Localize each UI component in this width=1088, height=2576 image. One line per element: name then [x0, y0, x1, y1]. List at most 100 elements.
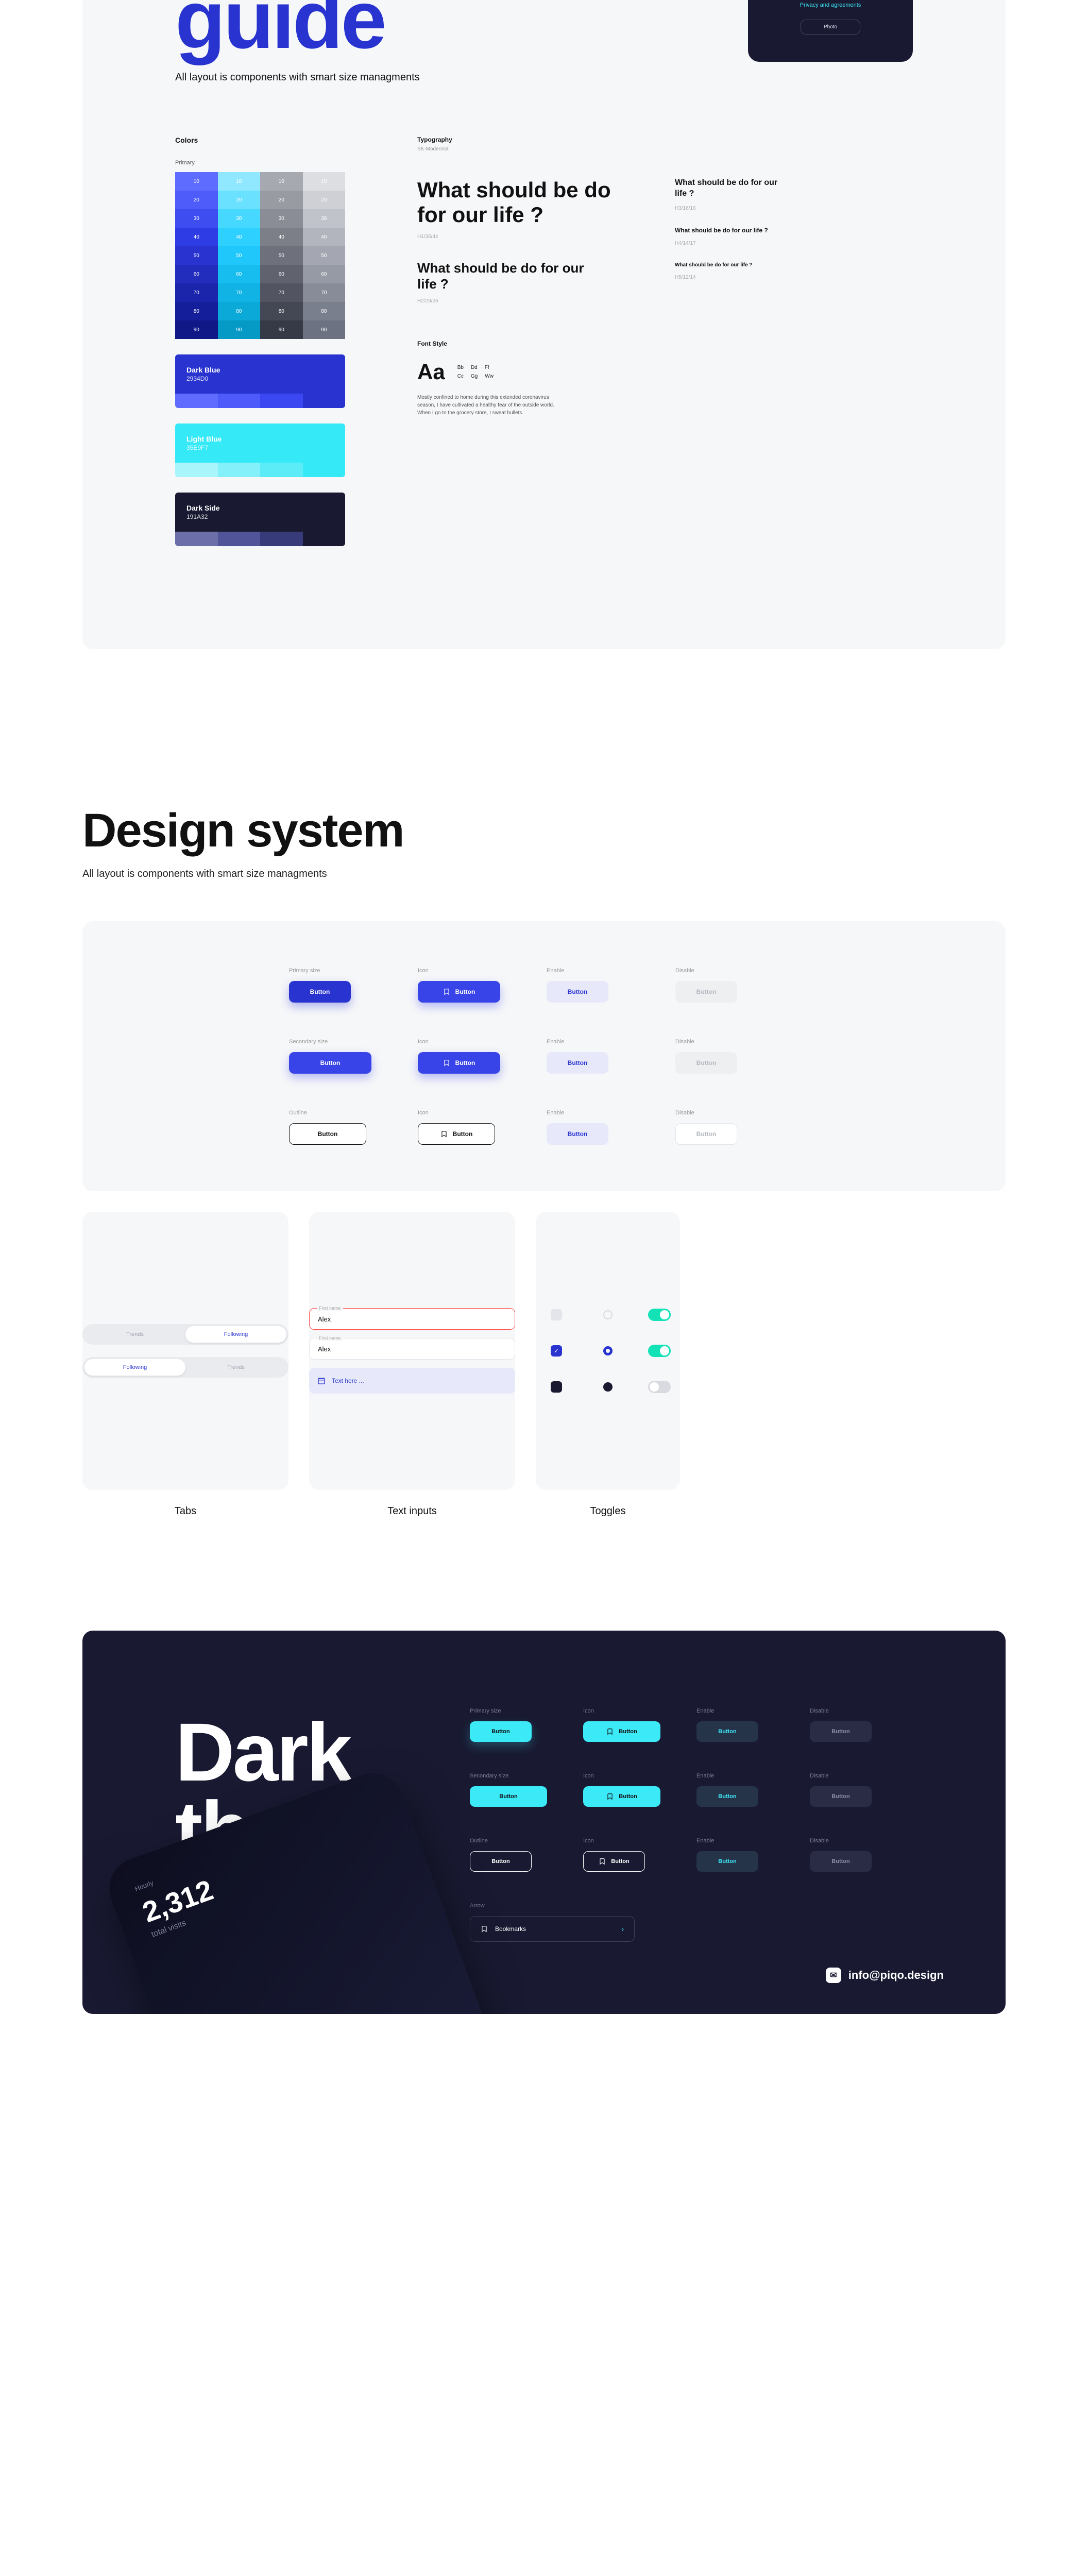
enable-button[interactable]: Button — [547, 1052, 608, 1074]
label-enable: Enable — [547, 1110, 670, 1116]
calendar-icon — [317, 1377, 326, 1385]
text-input[interactable]: First name — [309, 1338, 515, 1360]
radio-dark[interactable] — [603, 1382, 613, 1392]
dark-icon-outline-button[interactable]: Button — [583, 1851, 645, 1872]
aa-specimen: Aa — [417, 360, 445, 384]
palette-swatch: 70 — [260, 283, 303, 302]
color-card-hex: 2934D0 — [186, 375, 334, 382]
label-disable: Disable — [675, 1039, 799, 1045]
icon-button[interactable]: Button — [418, 1052, 500, 1074]
toggle-on[interactable] — [648, 1309, 671, 1321]
label-enable: Enable — [696, 1708, 800, 1714]
dark-enable-button[interactable]: Button — [696, 1786, 758, 1807]
color-card-hex: 191A32 — [186, 513, 334, 520]
outline-button[interactable]: Button — [289, 1123, 366, 1145]
secondary-button[interactable]: Button — [289, 1052, 371, 1074]
h2-meta: H2/29/26 — [417, 298, 623, 304]
h5-sample: What should be do for our life ? — [675, 262, 768, 268]
tab-trends[interactable]: Trends — [185, 1359, 286, 1376]
first-name-input[interactable] — [318, 1315, 506, 1323]
mockup-link[interactable]: Privacy and agreements — [800, 2, 861, 8]
checkbox-dark[interactable] — [551, 1381, 562, 1393]
palette-swatch: 40 — [175, 228, 218, 246]
color-card: Dark Side191A32 — [175, 493, 345, 546]
tab-following[interactable]: Following — [185, 1326, 286, 1343]
palette-swatch: 60 — [175, 265, 218, 283]
dark-secondary-button[interactable]: Button — [470, 1786, 547, 1807]
dark-enable-button[interactable]: Button — [696, 1851, 758, 1872]
enable-button[interactable]: Button — [547, 981, 608, 1003]
dark-disable-button: Button — [810, 1721, 872, 1742]
label-disable: Disable — [810, 1708, 913, 1714]
palette-swatch: 80 — [175, 302, 218, 320]
label-arrow: Arrow — [470, 1903, 686, 1909]
tab-trends[interactable]: Trends — [84, 1326, 185, 1343]
color-card-shades — [175, 394, 345, 408]
icon-outline-button[interactable]: Button — [418, 1123, 495, 1145]
palette-grid: 1010101020202020303030304040404050505050… — [175, 172, 345, 339]
field-label: First name — [317, 1335, 343, 1341]
text-input-error[interactable]: First name — [309, 1308, 515, 1330]
label-outline: Outline — [470, 1838, 573, 1844]
h3-sample: What should be do for our life ? — [675, 178, 788, 199]
label-icon: Icon — [418, 1039, 541, 1045]
buttons-card: Primary size Button Icon Button Enable B… — [82, 921, 1006, 1191]
palette-swatch: 40 — [260, 228, 303, 246]
label-primary-size: Primary size — [289, 968, 413, 974]
mockup-cta-button[interactable]: Photo — [801, 20, 860, 35]
palette-swatch: 80 — [303, 302, 346, 320]
h5-meta: H5/12/14 — [675, 275, 788, 280]
label-icon: Icon — [418, 968, 541, 974]
color-card: Dark Blue2934D0 — [175, 354, 345, 408]
toggle-off[interactable] — [648, 1381, 671, 1393]
dark-enable-button[interactable]: Button — [696, 1721, 758, 1742]
disable-button: Button — [675, 981, 737, 1003]
bookmarks-row[interactable]: Bookmarks › — [470, 1916, 635, 1942]
tab-following[interactable]: Following — [84, 1359, 185, 1376]
palette-swatch: 70 — [175, 283, 218, 302]
palette-swatch: 10 — [260, 172, 303, 191]
dark-disable-button: Button — [810, 1786, 872, 1807]
dark-icon-button[interactable]: Button — [583, 1721, 660, 1742]
palette-swatch: 30 — [175, 209, 218, 228]
mail-icon: ✉ — [826, 1968, 841, 1983]
text-placeholder-field[interactable]: Text here ... — [309, 1368, 515, 1394]
toggles-caption: Toggles — [536, 1505, 680, 1517]
dark-outline-button[interactable]: Button — [470, 1851, 532, 1872]
h1-sample: What should be do for our life ? — [417, 178, 623, 228]
field-label: First name — [317, 1306, 343, 1311]
contact-email[interactable]: ✉ info@piqo.design — [826, 1968, 944, 1983]
char-pairs: Bb Dd Ff Cc Gg Ww — [457, 365, 494, 379]
label-disable: Disable — [675, 1110, 799, 1116]
bookmark-icon — [440, 1130, 448, 1138]
disable-button: Button — [675, 1123, 737, 1145]
toggle-on[interactable] — [648, 1345, 671, 1357]
palette-swatch: 90 — [303, 320, 346, 339]
bookmark-icon — [599, 1858, 606, 1865]
page-subtitle: All layout is components with smart size… — [175, 70, 433, 84]
label-icon: Icon — [583, 1838, 686, 1844]
label-secondary-size: Secondary size — [289, 1039, 413, 1045]
colors-heading: Colors — [175, 136, 345, 144]
palette-swatch: 50 — [303, 246, 346, 265]
color-card-hex: 35E9F7 — [186, 444, 334, 451]
h2-sample: What should be do for our life ? — [417, 260, 598, 292]
palette-swatch: 60 — [303, 265, 346, 283]
palette-swatch: 50 — [218, 246, 261, 265]
palette-swatch: 20 — [175, 191, 218, 209]
icon-button[interactable]: Button — [418, 981, 500, 1003]
enable-button[interactable]: Button — [547, 1123, 608, 1145]
dark-icon-button[interactable]: Button — [583, 1786, 660, 1807]
radio-off[interactable] — [603, 1310, 613, 1319]
primary-button[interactable]: Button — [289, 981, 351, 1003]
dark-primary-button[interactable]: Button — [470, 1721, 532, 1742]
typography-font-name: SK-Modernist — [417, 146, 913, 152]
radio-on[interactable] — [603, 1346, 613, 1355]
label-secondary-size: Secondary size — [470, 1773, 573, 1779]
checkbox-on[interactable]: ✓ — [551, 1345, 562, 1357]
first-name-input[interactable] — [318, 1345, 506, 1353]
bookmark-icon — [606, 1728, 614, 1735]
section-dark-theme: Dark theme Primary size Button Icon Butt… — [82, 1631, 1006, 2014]
checkbox-off[interactable] — [551, 1309, 562, 1320]
typography-heading: Typography — [417, 136, 913, 143]
